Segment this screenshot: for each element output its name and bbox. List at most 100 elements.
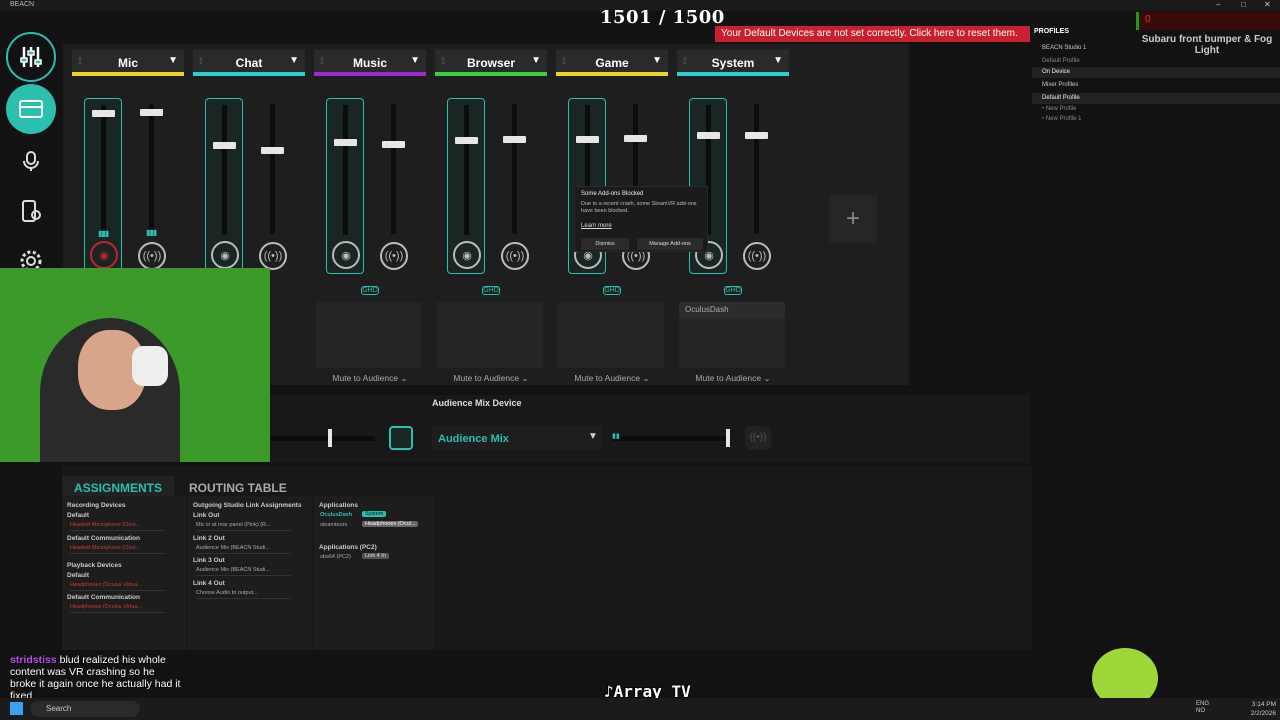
- effects-icon[interactable]: [6, 186, 56, 236]
- mute-to-audience-select[interactable]: Mute to Audience ⌄: [556, 373, 668, 384]
- maximize-button[interactable]: □: [1241, 0, 1246, 9]
- fader-knob[interactable]: [213, 141, 236, 149]
- channel-app-list[interactable]: [558, 302, 664, 368]
- headphones-icon[interactable]: ◉: [90, 241, 118, 269]
- profile-default-row[interactable]: Default Profile: [1032, 56, 1280, 67]
- chevron-down-icon[interactable]: ▼: [289, 55, 299, 66]
- fader-knob[interactable]: [382, 140, 405, 148]
- stream-fader[interactable]: ((•)): [375, 98, 413, 274]
- clock[interactable]: 3:14 PM 2/2/2026: [1244, 700, 1276, 718]
- fader-knob[interactable]: [576, 135, 599, 143]
- fader-track[interactable]: [512, 104, 517, 234]
- channel-app-list[interactable]: [437, 302, 543, 368]
- fader-track[interactable]: [101, 105, 106, 235]
- app-entry[interactable]: OculusDash: [679, 302, 785, 318]
- dismiss-button[interactable]: Dismiss: [581, 238, 629, 250]
- broadcast-icon[interactable]: ((•)): [259, 242, 287, 270]
- broadcast-icon[interactable]: ((•)): [380, 242, 408, 270]
- mixer-icon[interactable]: [6, 32, 56, 82]
- stream-fader[interactable]: ((•)): [254, 98, 292, 274]
- chevron-down-icon[interactable]: ⌄: [400, 373, 407, 383]
- channel-header[interactable]: ⁞⁞ Music ▼: [314, 50, 426, 76]
- fader-knob[interactable]: [92, 109, 115, 117]
- chevron-down-icon[interactable]: ▼: [588, 431, 598, 442]
- close-button[interactable]: ✕: [1264, 0, 1271, 9]
- minimize-button[interactable]: –: [1216, 0, 1220, 9]
- stream-fader[interactable]: ▮▮▮ ((•)): [133, 98, 171, 274]
- headphones-icon[interactable]: ◉: [453, 241, 481, 269]
- windows-start-icon[interactable]: [10, 702, 23, 715]
- devices-icon[interactable]: [6, 84, 56, 134]
- personal-fader[interactable]: ◉: [447, 98, 485, 274]
- personal-fader[interactable]: ◉: [205, 98, 243, 274]
- rec-default-select[interactable]: Headset Microphone (Ocul...: [70, 522, 165, 531]
- search-box[interactable]: Search: [30, 701, 140, 717]
- pb-default-select[interactable]: Headphones (Oculus Virtua...: [70, 582, 165, 591]
- mixer-profiles-row[interactable]: Mixer Profiles: [1032, 80, 1280, 91]
- fader-track[interactable]: [270, 104, 275, 234]
- fader-track[interactable]: [149, 104, 154, 234]
- app-steamtours[interactable]: steamtours: [320, 522, 347, 528]
- on-device-row[interactable]: On Device: [1032, 67, 1280, 78]
- microphone-icon[interactable]: [6, 136, 56, 186]
- chevron-down-icon[interactable]: ⌄: [763, 373, 770, 383]
- fader-knob[interactable]: [140, 108, 163, 116]
- fader-track[interactable]: [343, 105, 348, 235]
- fader-knob[interactable]: [697, 132, 720, 140]
- channel-header[interactable]: ⁞⁞ Mic ▼: [72, 50, 184, 76]
- chevron-down-icon[interactable]: ⌄: [521, 373, 528, 383]
- channel-header[interactable]: ⁞⁞ Browser ▼: [435, 50, 547, 76]
- audience-mix-knob[interactable]: [726, 429, 730, 447]
- link3-select[interactable]: Audience Mix (BEACN Studi...: [196, 567, 291, 576]
- mute-to-audience-select[interactable]: Mute to Audience ⌄: [677, 373, 789, 384]
- learn-more-link[interactable]: Learn more: [581, 223, 612, 229]
- language-indicator[interactable]: ENG NO: [1196, 701, 1209, 715]
- broadcast-icon[interactable]: ((•)): [138, 242, 166, 270]
- manage-addons-button[interactable]: Manage Add-ons: [637, 238, 703, 250]
- link4-select[interactable]: Choose Audio to output...: [196, 590, 291, 599]
- channel-header[interactable]: ⁞⁞ System ▼: [677, 50, 789, 76]
- fader-knob[interactable]: [261, 147, 284, 155]
- broadcast-icon[interactable]: ((•)): [745, 426, 771, 450]
- chevron-down-icon[interactable]: ▼: [410, 55, 420, 66]
- fader-knob[interactable]: [455, 136, 478, 144]
- fader-track[interactable]: [391, 104, 396, 234]
- headphones-icon[interactable]: ◉: [332, 241, 360, 269]
- fader-track[interactable]: [222, 105, 227, 235]
- mute-to-audience-select[interactable]: Mute to Audience ⌄: [435, 373, 547, 384]
- app-tag-system[interactable]: System: [362, 511, 387, 517]
- chevron-down-icon[interactable]: ▼: [531, 55, 541, 66]
- fader-track[interactable]: [754, 104, 759, 234]
- personal-fader[interactable]: ◉: [326, 98, 364, 274]
- personal-fader[interactable]: ▮▮▮ ◉: [84, 98, 122, 274]
- broadcast-icon[interactable]: ((•)): [743, 242, 771, 270]
- default-devices-warning[interactable]: Your Default Devices are not set correct…: [715, 26, 1030, 42]
- add-channel-button[interactable]: +: [829, 195, 877, 243]
- channel-header[interactable]: ⁞⁞ Game ▼: [556, 50, 668, 76]
- stream-fader[interactable]: ((•)): [738, 98, 776, 274]
- rec-comm-select[interactable]: Headset Microphone (Ocul...: [70, 545, 165, 554]
- link-out-select[interactable]: Mic in at rear panel (Pink) (R...: [196, 522, 291, 531]
- channel-header[interactable]: ⁞⁞ Chat ▼: [193, 50, 305, 76]
- chevron-down-icon[interactable]: ▼: [773, 55, 783, 66]
- mp-default-row[interactable]: Default Profile: [1032, 93, 1280, 104]
- headphones-icon[interactable]: [389, 426, 413, 450]
- app-tag-headphones[interactable]: Headphones (Ocul...: [362, 521, 419, 527]
- fader-knob[interactable]: [334, 139, 357, 147]
- mute-to-audience-select[interactable]: Mute to Audience ⌄: [314, 373, 426, 384]
- app-tag-link4in[interactable]: Link 4 In: [362, 553, 389, 559]
- stream-fader[interactable]: ((•)): [496, 98, 534, 274]
- chevron-down-icon[interactable]: ▼: [168, 55, 178, 66]
- broadcast-icon[interactable]: ((•)): [501, 242, 529, 270]
- personal-mix-slider[interactable]: [270, 436, 375, 441]
- headphones-icon[interactable]: ◉: [211, 241, 239, 269]
- pb-comm-select[interactable]: Headphones (Oculus Virtua...: [70, 604, 165, 613]
- fader-knob[interactable]: [624, 134, 647, 142]
- app-oculusdash[interactable]: OculusDash: [320, 512, 352, 518]
- app-obs64[interactable]: obs64 (PC2): [320, 554, 351, 560]
- fader-knob[interactable]: [503, 135, 526, 143]
- channel-app-list[interactable]: OculusDash: [679, 302, 785, 368]
- new-profile1-row[interactable]: • New Profile 1: [1032, 114, 1280, 125]
- fader-knob[interactable]: [745, 132, 768, 140]
- link2-select[interactable]: Audience Mix (BEACN Studi...: [196, 545, 291, 554]
